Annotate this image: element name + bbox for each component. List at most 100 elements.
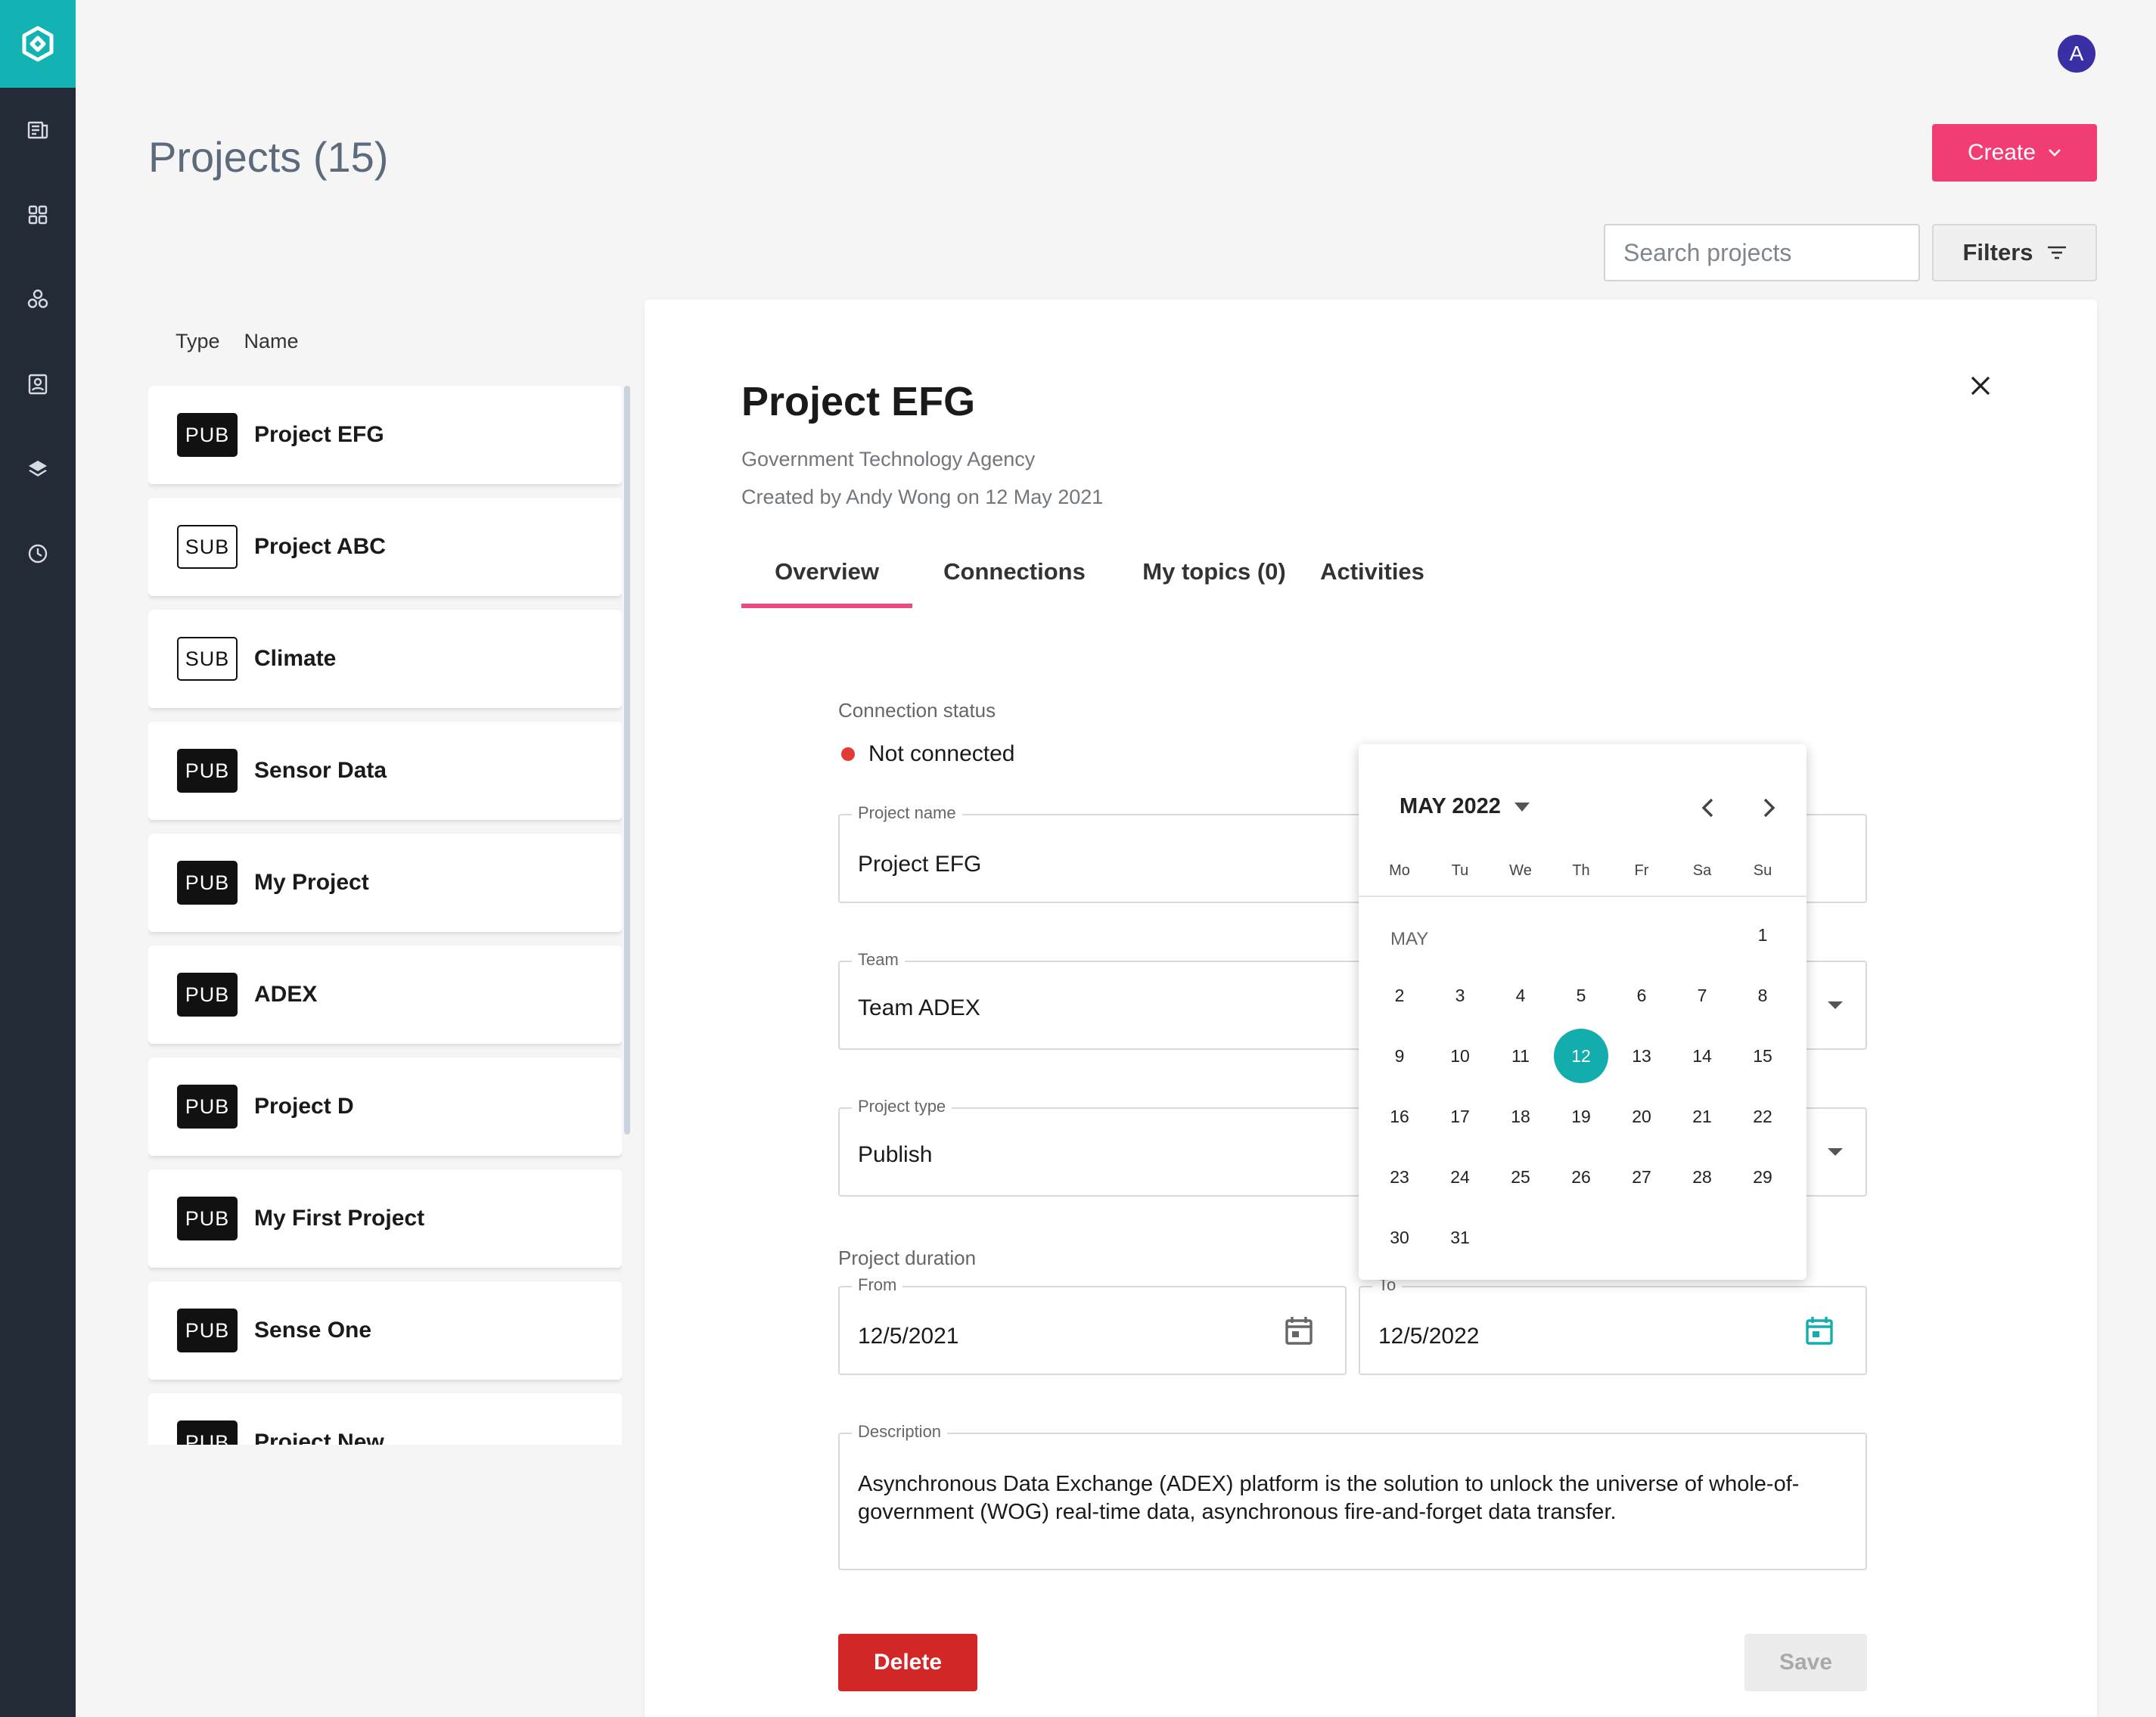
avatar[interactable]: A [2058, 35, 2095, 73]
chevron-right-icon[interactable] [1754, 793, 1784, 823]
day-cell[interactable]: 10 [1433, 1029, 1487, 1083]
description-label: Description [852, 1422, 948, 1442]
project-list: PUB Project EFG SUB Project ABC SUB Clim… [148, 386, 622, 1445]
project-list-item[interactable]: PUB Project D [148, 1057, 622, 1156]
day-cell[interactable]: 4 [1493, 968, 1548, 1023]
day-cell[interactable]: 2 [1372, 968, 1427, 1023]
weekday-label: Fr [1634, 862, 1649, 879]
list-scrollbar[interactable] [624, 386, 630, 1135]
from-date-field[interactable]: From 12/5/2021 [838, 1275, 1347, 1375]
day-cell[interactable]: 26 [1554, 1150, 1608, 1204]
month-year-select[interactable]: MAY 2022 [1400, 794, 1530, 819]
day-cell[interactable]: 15 [1735, 1029, 1790, 1083]
filters-button[interactable]: Filters [1932, 224, 2097, 281]
day-cell[interactable]: 1 [1735, 908, 1790, 962]
sidebar-item-dashboard[interactable] [0, 172, 76, 257]
column-type[interactable]: Type [176, 330, 220, 353]
day-cell[interactable]: 7 [1675, 968, 1729, 1023]
day-cell[interactable]: 3 [1433, 968, 1487, 1023]
project-list-item[interactable]: PUB ADEX [148, 945, 622, 1044]
day-cell[interactable]: 30 [1372, 1210, 1427, 1265]
type-badge: PUB [177, 973, 238, 1017]
clock-icon [28, 544, 48, 564]
project-duration-label: Project duration [838, 1247, 977, 1269]
caret-down-icon [1828, 1148, 1843, 1156]
sidebar-item-history[interactable] [0, 511, 76, 596]
chevron-left-icon[interactable] [1693, 793, 1723, 823]
day-cell[interactable]: 28 [1675, 1150, 1729, 1204]
calendar-icon[interactable] [1803, 1315, 1835, 1346]
sidebar-item-network[interactable] [0, 257, 76, 342]
project-name-label: Project name [852, 803, 962, 823]
news-icon [27, 121, 48, 139]
type-badge: PUB [177, 1197, 238, 1240]
day-cell[interactable]: 8 [1735, 968, 1790, 1023]
month-label: MAY [1390, 929, 1429, 949]
filters-button-label: Filters [1962, 239, 2033, 265]
app-logo[interactable] [0, 0, 76, 88]
day-cell[interactable]: 31 [1433, 1210, 1487, 1265]
type-badge: SUB [177, 525, 238, 569]
chevron-down-icon [2049, 149, 2061, 157]
column-name[interactable]: Name [244, 330, 299, 353]
weekday-label: Sa [1692, 862, 1712, 879]
project-list-item[interactable]: SUB Project ABC [148, 498, 622, 596]
project-type-label: Project type [852, 1097, 952, 1116]
day-cell[interactable]: 25 [1493, 1150, 1548, 1204]
day-cell[interactable]: 16 [1372, 1089, 1427, 1144]
project-name: Project EFG [254, 422, 384, 447]
project-name: Sensor Data [254, 758, 387, 783]
project-list-item[interactable]: SUB Climate [148, 610, 622, 708]
day-cell[interactable]: 13 [1614, 1029, 1669, 1083]
sidebar-item-news[interactable] [0, 88, 76, 172]
save-button[interactable]: Save [1744, 1634, 1867, 1691]
project-list-item[interactable]: PUB Project EFG [148, 386, 622, 484]
detail-title: Project EFG [741, 379, 976, 424]
day-cell[interactable]: 22 [1735, 1089, 1790, 1144]
delete-button[interactable]: Delete [838, 1634, 977, 1691]
description-field[interactable]: Description Asynchronous Data Exchange (… [838, 1422, 1867, 1570]
project-name-value: Project EFG [858, 852, 982, 877]
detail-organization: Government Technology Agency [741, 448, 1036, 470]
day-cell[interactable]: 23 [1372, 1150, 1427, 1204]
list-fade [148, 1445, 632, 1717]
day-cell[interactable]: 20 [1614, 1089, 1669, 1144]
project-list-item[interactable]: PUB My First Project [148, 1169, 622, 1268]
sidebar [0, 0, 76, 1717]
weekday-label: We [1509, 862, 1532, 879]
day-cell[interactable]: 9 [1372, 1029, 1427, 1083]
day-cell[interactable]: 21 [1675, 1089, 1729, 1144]
day-cell[interactable]: 6 [1614, 968, 1669, 1023]
project-name: Project ABC [254, 534, 386, 559]
sidebar-item-contacts[interactable] [0, 342, 76, 427]
day-cell[interactable]: 27 [1614, 1150, 1669, 1204]
tab-my-topics[interactable]: My topics (0) [1117, 558, 1312, 608]
from-label: From [852, 1275, 903, 1295]
project-list-item[interactable]: PUB My Project [148, 834, 622, 932]
day-cell[interactable]: 17 [1433, 1089, 1487, 1144]
project-list-item[interactable]: PUB Sense One [148, 1281, 622, 1380]
layers-icon [29, 461, 47, 477]
to-date-field[interactable]: To 12/5/2022 [1359, 1275, 1867, 1375]
project-name: My First Project [254, 1206, 425, 1231]
day-cell[interactable]: 19 [1554, 1089, 1608, 1144]
day-cell[interactable]: 18 [1493, 1089, 1548, 1144]
tab-connections[interactable]: Connections [912, 558, 1117, 608]
create-button[interactable]: Create [1932, 124, 2097, 182]
close-icon[interactable] [1967, 372, 1994, 399]
search-input[interactable] [1604, 224, 1920, 281]
project-list-item[interactable]: PUB Sensor Data [148, 722, 622, 820]
day-cell[interactable]: 11 [1493, 1029, 1548, 1083]
connection-status: Not connected [841, 741, 1014, 767]
calendar-icon[interactable] [1283, 1315, 1315, 1346]
selected-day[interactable]: 12 [1554, 1029, 1608, 1083]
caret-down-icon [1828, 1001, 1843, 1009]
project-list-item[interactable]: PUB Project New [148, 1393, 622, 1445]
day-cell[interactable]: 5 [1554, 968, 1608, 1023]
day-cell[interactable]: 24 [1433, 1150, 1487, 1204]
sidebar-item-layers[interactable] [0, 427, 76, 511]
tab-overview[interactable]: Overview [741, 558, 912, 608]
day-cell[interactable]: 14 [1675, 1029, 1729, 1083]
tab-activities[interactable]: Activities [1312, 558, 1433, 608]
day-cell[interactable]: 29 [1735, 1150, 1790, 1204]
